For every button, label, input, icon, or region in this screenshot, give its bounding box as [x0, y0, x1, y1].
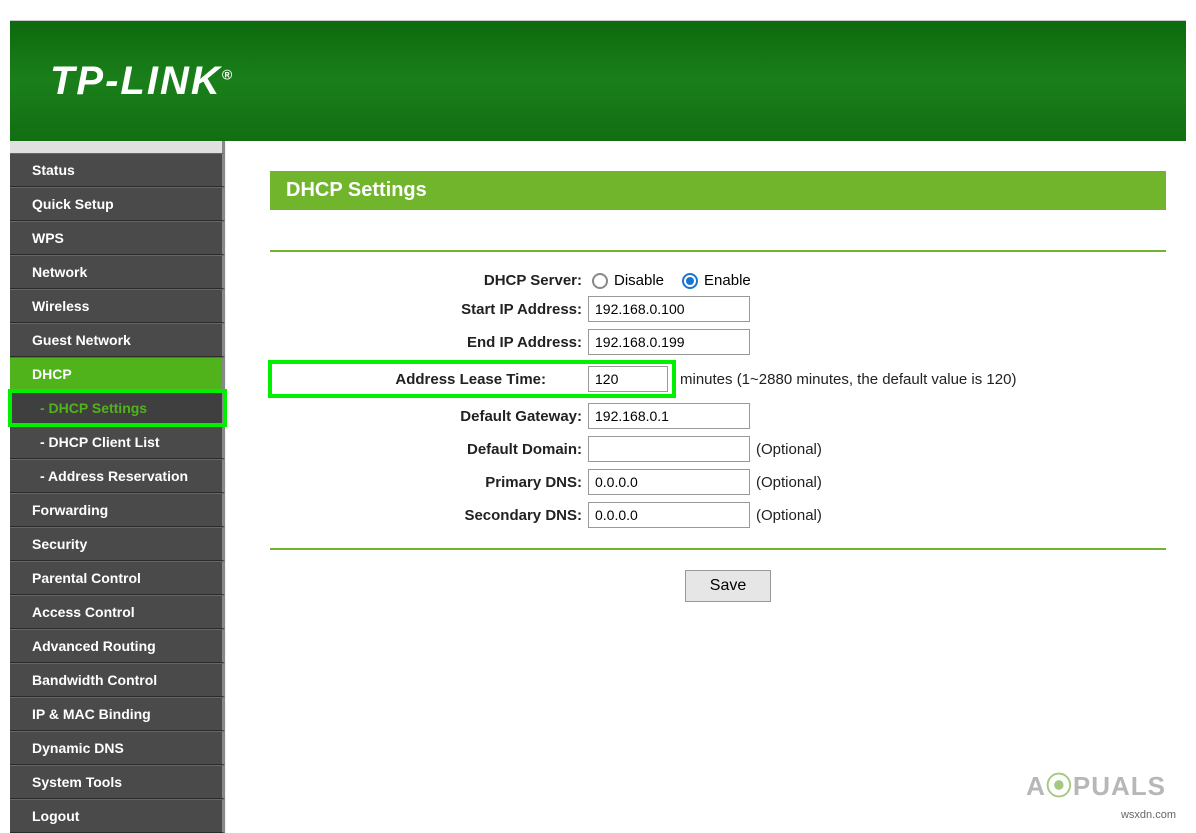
sidebar-item-guest-network[interactable]: Guest Network [10, 323, 225, 357]
primary-dns-input[interactable] [588, 469, 750, 495]
row-start-ip: Start IP Address: [270, 296, 1186, 322]
divider [270, 250, 1166, 252]
start-ip-input[interactable] [588, 296, 750, 322]
domain-input[interactable] [588, 436, 750, 462]
row-lease-time: Address Lease Time: minutes (1~2880 minu… [270, 362, 1186, 396]
dhcp-enable-radio[interactable]: Enable [682, 272, 751, 289]
end-ip-input[interactable] [588, 329, 750, 355]
sidebar-item-forwarding[interactable]: Forwarding [10, 493, 225, 527]
highlight-lease: Address Lease Time: [270, 362, 674, 396]
sidebar-item-parental-control[interactable]: Parental Control [10, 561, 225, 595]
sidebar-item-access-control[interactable]: Access Control [10, 595, 225, 629]
sidebar-item-dhcp-client-list[interactable]: - DHCP Client List [10, 425, 225, 459]
row-end-ip: End IP Address: [270, 329, 1186, 355]
sidebar-item-bandwidth-control[interactable]: Bandwidth Control [10, 663, 225, 697]
radio-icon [682, 273, 698, 289]
sidebar-item-dynamic-dns[interactable]: Dynamic DNS [10, 731, 225, 765]
radio-icon [592, 273, 608, 289]
page-title: DHCP Settings [270, 171, 1166, 210]
sidebar-item-wps[interactable]: WPS [10, 221, 225, 255]
sidebar: StatusQuick SetupWPSNetworkWirelessGuest… [10, 141, 226, 833]
watermark: A⦿PUALS [1026, 766, 1166, 803]
brand-header: TP-LINK® [10, 21, 1186, 141]
main-content: DHCP Settings DHCP Server: Disable Enabl… [226, 141, 1186, 833]
sidebar-item-system-tools[interactable]: System Tools [10, 765, 225, 799]
lease-time-input[interactable] [588, 366, 668, 392]
sidebar-item-dhcp-settings[interactable]: - DHCP Settings [10, 391, 225, 425]
sidebar-item-network[interactable]: Network [10, 255, 225, 289]
sidebar-item-advanced-routing[interactable]: Advanced Routing [10, 629, 225, 663]
secondary-dns-input[interactable] [588, 502, 750, 528]
row-domain: Default Domain: (Optional) [270, 436, 1186, 462]
sidebar-item-status[interactable]: Status [10, 153, 225, 187]
row-gateway: Default Gateway: [270, 403, 1186, 429]
gateway-input[interactable] [588, 403, 750, 429]
sidebar-item-dhcp[interactable]: DHCP [10, 357, 225, 391]
row-secondary-dns: Secondary DNS: (Optional) [270, 502, 1186, 528]
sidebar-item-logout[interactable]: Logout [10, 799, 225, 833]
sidebar-item-quick-setup[interactable]: Quick Setup [10, 187, 225, 221]
row-dhcp-server: DHCP Server: Disable Enable [270, 272, 1186, 289]
brand-logo: TP-LINK® [50, 59, 234, 104]
divider [270, 548, 1166, 550]
save-button[interactable]: Save [685, 570, 771, 602]
sidebar-item-ip-mac-binding[interactable]: IP & MAC Binding [10, 697, 225, 731]
dhcp-disable-radio[interactable]: Disable [592, 272, 664, 289]
sidebar-spacer [10, 141, 225, 153]
source-tag: wsxdn.com [1121, 809, 1176, 821]
row-primary-dns: Primary DNS: (Optional) [270, 469, 1186, 495]
sidebar-item-wireless[interactable]: Wireless [10, 289, 225, 323]
sidebar-item-security[interactable]: Security [10, 527, 225, 561]
sidebar-item-address-reservation[interactable]: - Address Reservation [10, 459, 225, 493]
